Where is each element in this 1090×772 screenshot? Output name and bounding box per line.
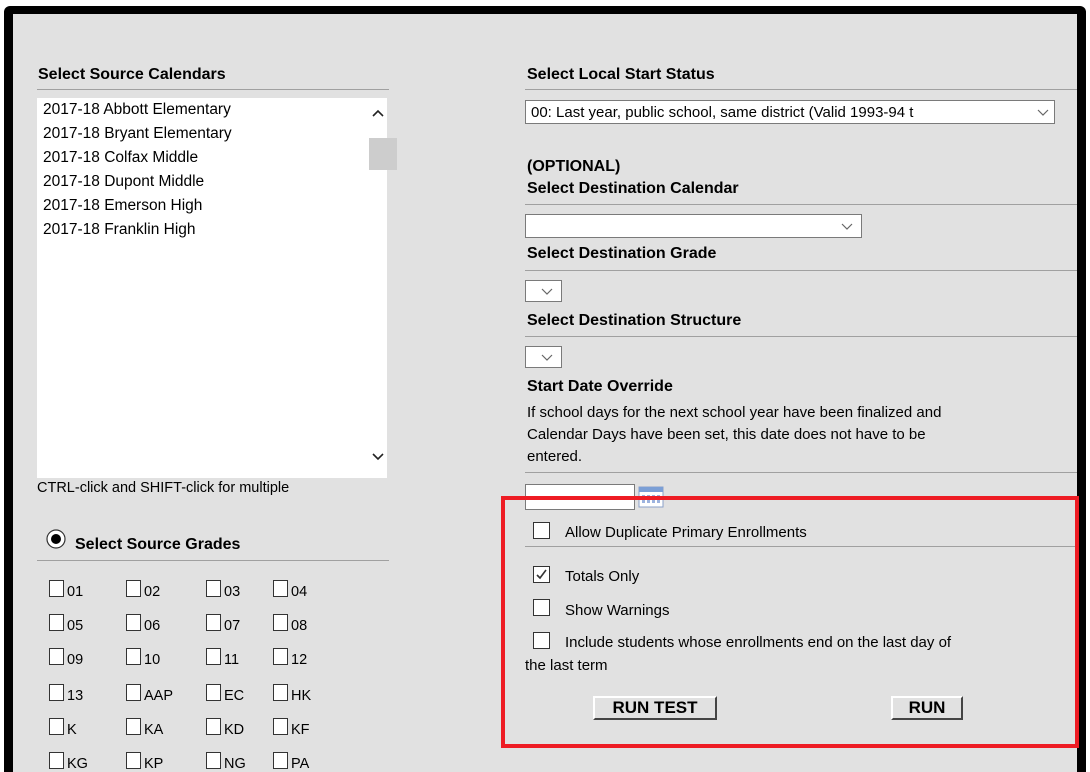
start-date-override-heading: Start Date Override bbox=[527, 378, 673, 395]
list-item[interactable]: 2017-18 Bryant Elementary bbox=[43, 124, 232, 144]
destination-grade-heading: Select Destination Grade bbox=[527, 245, 717, 262]
divider bbox=[525, 336, 1077, 337]
grade-label: 10 bbox=[144, 652, 161, 668]
chevron-down-icon bbox=[541, 288, 553, 295]
grade-checkbox-10[interactable] bbox=[126, 648, 141, 665]
grade-checkbox-kd[interactable] bbox=[206, 718, 221, 735]
grade-checkbox-hk[interactable] bbox=[273, 684, 288, 701]
divider bbox=[37, 89, 389, 90]
grade-checkbox-ka[interactable] bbox=[126, 718, 141, 735]
grade-checkbox-kf[interactable] bbox=[273, 718, 288, 735]
source-calendars-listbox[interactable]: 2017-18 Abbott Elementary 2017-18 Bryant… bbox=[37, 98, 397, 478]
destination-structure-select[interactable] bbox=[525, 346, 562, 368]
divider bbox=[525, 472, 1077, 473]
grade-checkbox-ng[interactable] bbox=[206, 752, 221, 769]
divider bbox=[525, 204, 1077, 205]
grade-checkbox-08[interactable] bbox=[273, 614, 288, 631]
grade-label: HK bbox=[291, 688, 312, 704]
local-start-status-select[interactable]: 00: Last year, public school, same distr… bbox=[525, 100, 1055, 124]
optional-label: (OPTIONAL) bbox=[527, 158, 621, 175]
highlight-box bbox=[501, 496, 1079, 748]
scroll-up-icon[interactable] bbox=[363, 106, 393, 120]
grade-checkbox-09[interactable] bbox=[49, 648, 64, 665]
scroll-down-icon[interactable] bbox=[363, 450, 393, 464]
divider bbox=[525, 89, 1077, 90]
grade-checkbox-02[interactable] bbox=[126, 580, 141, 597]
grade-checkbox-13[interactable] bbox=[49, 684, 64, 701]
grade-checkbox-kg[interactable] bbox=[49, 752, 64, 769]
destination-calendar-select[interactable] bbox=[525, 214, 862, 238]
grade-label: KF bbox=[291, 722, 310, 738]
start-date-note: If school days for the next school year … bbox=[527, 404, 942, 465]
grade-label: 07 bbox=[224, 618, 241, 634]
chevron-down-icon bbox=[541, 354, 553, 361]
grade-checkbox-ec[interactable] bbox=[206, 684, 221, 701]
source-grades-radio[interactable] bbox=[45, 528, 67, 550]
grade-label: 02 bbox=[144, 584, 161, 600]
chevron-down-icon bbox=[1037, 109, 1049, 116]
grade-checkbox-11[interactable] bbox=[206, 648, 221, 665]
grade-checkbox-03[interactable] bbox=[206, 580, 221, 597]
multi-select-hint: CTRL-click and SHIFT-click for multiple bbox=[37, 480, 290, 496]
grade-checkbox-kp[interactable] bbox=[126, 752, 141, 769]
grade-checkbox-aap[interactable] bbox=[126, 684, 141, 701]
grade-label: KD bbox=[224, 722, 245, 738]
source-grades-heading: Select Source Grades bbox=[75, 536, 241, 553]
source-calendars-heading: Select Source Calendars bbox=[38, 66, 226, 83]
grade-checkbox-12[interactable] bbox=[273, 648, 288, 665]
scroll-thumb[interactable] bbox=[369, 138, 397, 170]
local-start-status-heading: Select Local Start Status bbox=[527, 66, 715, 83]
grade-checkbox-06[interactable] bbox=[126, 614, 141, 631]
divider bbox=[37, 560, 389, 561]
grade-label: 11 bbox=[224, 652, 240, 668]
grade-checkbox-04[interactable] bbox=[273, 580, 288, 597]
grade-label: 09 bbox=[67, 652, 84, 668]
grade-label: 01 bbox=[67, 584, 84, 600]
destination-grade-select[interactable] bbox=[525, 280, 562, 302]
grade-checkbox-05[interactable] bbox=[49, 614, 64, 631]
divider bbox=[525, 270, 1077, 271]
grade-label: PA bbox=[291, 756, 310, 772]
list-item[interactable]: 2017-18 Dupont Middle bbox=[43, 172, 204, 192]
destination-calendar-heading: Select Destination Calendar bbox=[527, 180, 739, 197]
grade-label: 12 bbox=[291, 652, 308, 668]
grade-label: NG bbox=[224, 756, 246, 772]
chevron-down-icon bbox=[841, 223, 853, 230]
grade-label: 05 bbox=[67, 618, 84, 634]
grade-label: 03 bbox=[224, 584, 241, 600]
list-item[interactable]: 2017-18 Colfax Middle bbox=[43, 148, 198, 168]
grade-label: 08 bbox=[291, 618, 308, 634]
select-value: 00: Last year, public school, same distr… bbox=[531, 104, 914, 121]
grade-label: KA bbox=[144, 722, 164, 738]
grade-label: KG bbox=[67, 756, 88, 772]
grade-checkbox-01[interactable] bbox=[49, 580, 64, 597]
list-item[interactable]: 2017-18 Emerson High bbox=[43, 196, 202, 216]
grade-checkbox-pa[interactable] bbox=[273, 752, 288, 769]
grade-label: K bbox=[67, 722, 77, 738]
grade-checkbox-k[interactable] bbox=[49, 718, 64, 735]
destination-structure-heading: Select Destination Structure bbox=[527, 312, 742, 329]
grade-label: EC bbox=[224, 688, 245, 704]
grade-label: KP bbox=[144, 756, 164, 772]
grade-label: 13 bbox=[67, 688, 84, 704]
grade-label: 04 bbox=[291, 584, 308, 600]
list-item[interactable]: 2017-18 Abbott Elementary bbox=[43, 100, 231, 120]
listbox-scrollbar[interactable] bbox=[369, 98, 397, 478]
list-item[interactable]: 2017-18 Franklin High bbox=[43, 220, 196, 240]
grade-checkbox-07[interactable] bbox=[206, 614, 221, 631]
grade-label: AAP bbox=[144, 688, 174, 704]
grade-label: 06 bbox=[144, 618, 161, 634]
